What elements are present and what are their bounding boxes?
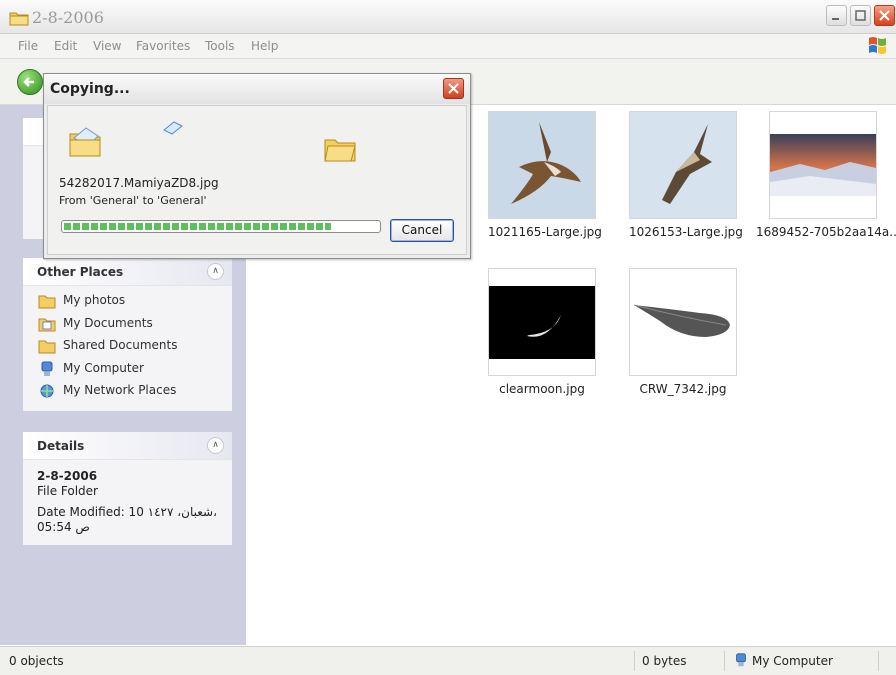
place-my-network-places[interactable]: My Network Places	[23, 380, 232, 403]
file-name[interactable]: 1026153-Large.jpg	[629, 225, 743, 239]
details-card: Details ∧ 2-8-2006 File Folder Date Modi…	[23, 432, 232, 545]
eagle-image	[489, 112, 595, 218]
dialog-close-button[interactable]	[443, 78, 464, 99]
status-divider	[634, 651, 635, 671]
maximize-button[interactable]	[850, 5, 871, 26]
minimize-icon	[832, 18, 839, 20]
collapse-chevron-icon[interactable]: ∧	[207, 437, 224, 454]
file-thumbnail-eagle[interactable]	[488, 111, 596, 219]
place-shared-documents[interactable]: Shared Documents	[23, 335, 232, 358]
details-modified-time: 05:54 ص	[37, 520, 90, 534]
place-label: My Computer	[63, 360, 144, 375]
file-name[interactable]: clearmoon.jpg	[488, 382, 596, 396]
details-name: 2-8-2006	[37, 469, 98, 483]
folder-icon	[38, 340, 56, 354]
window-close-button[interactable]	[874, 5, 895, 26]
place-label: My Documents	[63, 315, 153, 330]
dialog-title: Copying...	[50, 81, 130, 97]
place-my-computer[interactable]: My Computer	[23, 358, 232, 381]
file-thumbnail-falcon[interactable]	[629, 111, 737, 219]
back-button[interactable]	[17, 69, 43, 95]
details-title: Details	[37, 439, 85, 453]
copy-filename: 54282017.MamiyaZD8.jpg	[59, 176, 219, 190]
menu-view[interactable]: View	[93, 39, 121, 53]
title-bar: 2-8-2006	[0, 0, 896, 34]
window-title: 2-8-2006	[32, 8, 104, 27]
maximize-icon	[855, 10, 866, 21]
collapse-chevron-icon[interactable]: ∧	[207, 263, 224, 280]
menu-bar: File Edit View Favorites Tools Help	[0, 34, 896, 59]
copy-progress-bar	[61, 220, 381, 233]
destination-folder-icon	[324, 139, 356, 162]
source-folder-icon	[69, 127, 101, 157]
menu-edit[interactable]: Edit	[54, 39, 77, 53]
feather-image	[630, 269, 736, 375]
dialog-title-bar: Copying...	[44, 74, 470, 104]
close-icon	[879, 10, 890, 21]
progress-fill	[64, 223, 331, 230]
close-icon	[448, 83, 459, 94]
network-icon	[40, 384, 54, 398]
copy-from-to: From 'General' to 'General'	[59, 194, 207, 207]
details-modified: Date Modified: 10 شعبان، ١٤٢٧،	[37, 505, 217, 519]
sunset-image	[770, 112, 876, 218]
cancel-button[interactable]: Cancel	[390, 219, 454, 242]
falcon-image	[630, 112, 736, 218]
status-size: 0 bytes	[642, 654, 687, 668]
file-name[interactable]: 1021165-Large.jpg	[488, 225, 602, 239]
computer-icon	[41, 361, 53, 376]
place-my-photos[interactable]: My photos	[23, 290, 232, 313]
place-my-documents[interactable]: My Documents	[23, 313, 232, 336]
other-places-title: Other Places	[37, 265, 124, 279]
dialog-body: 54282017.MamiyaZD8.jpg From 'General' to…	[47, 105, 467, 255]
other-places-header[interactable]: Other Places ∧	[23, 258, 232, 285]
details-header[interactable]: Details ∧	[23, 432, 232, 459]
folder-icon	[9, 12, 29, 26]
moon-image	[489, 269, 595, 375]
place-label: Shared Documents	[63, 338, 178, 352]
menu-tools[interactable]: Tools	[205, 39, 235, 53]
file-thumbnail-sunset[interactable]	[769, 111, 877, 219]
menu-help[interactable]: Help	[251, 39, 278, 53]
menu-favorites[interactable]: Favorites	[136, 39, 190, 53]
flying-document-icon	[163, 121, 183, 135]
documents-icon	[38, 318, 56, 331]
status-divider	[878, 651, 879, 671]
other-places-card: Other Places ∧ My photos My Documents Sh…	[23, 258, 232, 411]
status-bar: 0 objects 0 bytes My Computer	[0, 646, 896, 675]
folder-icon	[38, 295, 56, 309]
back-arrow-icon	[23, 77, 34, 87]
computer-icon	[736, 653, 746, 667]
file-name[interactable]: CRW_7342.jpg	[629, 382, 737, 396]
status-divider	[724, 651, 725, 671]
copying-dialog: Copying... 54282017.MamiyaZD8.jpg From '…	[43, 73, 471, 259]
file-thumbnail-moon[interactable]	[488, 268, 596, 376]
file-thumbnail-feather[interactable]	[629, 268, 737, 376]
minimize-button[interactable]	[826, 5, 847, 26]
details-type: File Folder	[37, 484, 98, 498]
status-location: My Computer	[752, 654, 833, 668]
other-places-list: My photos My Documents Shared Documents …	[23, 285, 232, 411]
details-body: 2-8-2006 File Folder Date Modified: 10 ش…	[23, 459, 232, 545]
place-label: My photos	[63, 293, 126, 307]
windows-logo-icon	[869, 37, 886, 54]
menu-file[interactable]: File	[18, 39, 38, 53]
file-name[interactable]: 1689452-705b2aa14a...	[756, 225, 896, 239]
status-objects: 0 objects	[9, 654, 64, 668]
place-label: My Network Places	[63, 383, 177, 397]
